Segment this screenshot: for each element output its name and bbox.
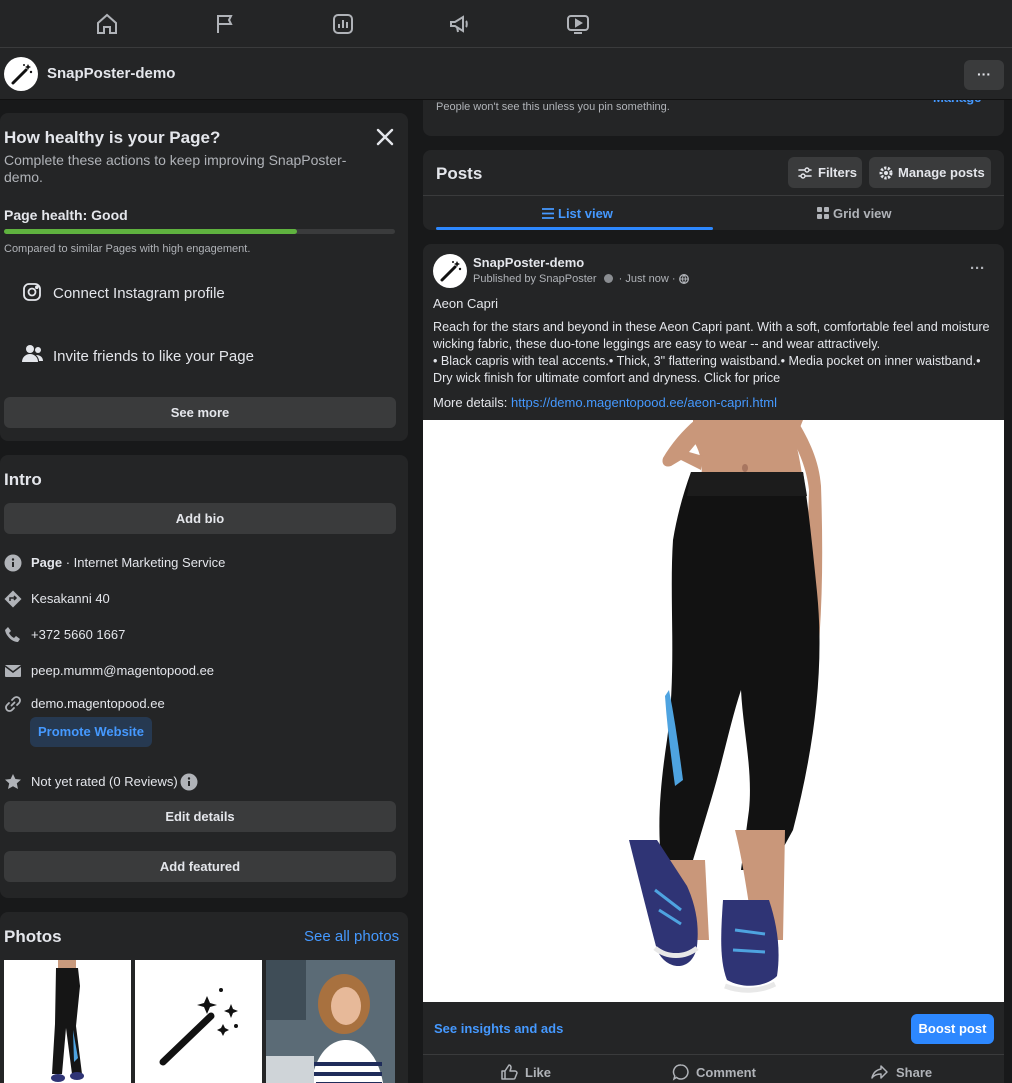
more-options-button[interactable]: ··· [964,60,1004,90]
gear-icon [879,166,893,180]
page-name[interactable]: SnapPoster-demo [47,65,175,82]
people-icon [22,344,44,364]
health-title: How healthy is your Page? [4,128,221,147]
add-featured-button[interactable]: Add featured [4,851,396,882]
photo-thumbnail[interactable] [135,960,262,1083]
comment-icon [672,1064,689,1081]
edit-details-button[interactable]: Edit details [4,801,396,832]
health-progress-fill [4,229,298,234]
flag-icon[interactable] [213,12,237,36]
phone-icon [5,627,20,642]
close-icon[interactable] [373,125,397,149]
tab-grid-view[interactable]: Grid view [713,196,991,230]
active-tab-indicator [436,227,713,230]
post-time[interactable]: Just now [625,273,668,285]
posts-header-card: Posts Filters Manage posts List view Gri… [423,150,1004,230]
posts-title: Posts [436,164,483,183]
post-meta: Published by SnapPoster · Just now · [473,273,689,285]
email-text: peep.mumm@magentopood.ee [31,663,215,678]
grid-view-label: Grid view [833,206,892,221]
health-subtitle: Complete these actions to keep improving… [4,152,347,185]
filters-icon [798,167,812,179]
connect-instagram-label: Connect Instagram profile [53,285,225,302]
rating-info-icon[interactable] [180,773,198,791]
connect-instagram-action[interactable]: Connect Instagram profile [4,263,395,319]
filters-label: Filters [818,165,858,180]
photo-thumbnail[interactable] [266,960,395,1083]
globe-icon [678,274,689,285]
post-author-name[interactable]: SnapPoster-demo [473,255,584,270]
post-more-details: More details: https://demo.magentopood.e… [433,395,777,410]
invite-friends-action[interactable]: Invite friends to like your Page [4,325,395,381]
category-text: · Internet Marketing Service [62,555,226,570]
manage-posts-label: Manage posts [898,165,985,180]
boost-post-button[interactable]: Boost post [911,1014,994,1044]
share-label: Share [896,1065,933,1080]
top-navigation [0,0,1012,48]
more-details-link[interactable]: https://demo.magentopood.ee/aeon-capri.h… [511,395,777,410]
post-image[interactable] [423,420,1004,1002]
photos-title: Photos [4,927,62,946]
home-icon[interactable] [95,12,119,36]
health-compare-text: Compared to similar Pages with high enga… [4,243,251,255]
like-label: Like [525,1065,552,1080]
star-icon [5,774,21,789]
like-button[interactable]: Like [423,1056,616,1083]
health-progress-bar [4,229,395,234]
see-insights-link[interactable]: See insights and ads [434,1021,563,1036]
link-icon [5,696,21,712]
comment-button[interactable]: Comment [616,1056,810,1083]
video-icon[interactable] [566,12,590,36]
post-title: Aeon Capri [433,296,499,311]
instagram-icon [22,282,42,302]
share-button[interactable]: Share [810,1056,1004,1083]
published-by-text: Published by SnapPoster [473,273,597,285]
post-author-avatar[interactable] [433,254,467,288]
health-status: Page health: Good [4,207,128,223]
category-bold: Page [31,555,63,570]
invite-friends-label: Invite friends to like your Page [53,348,254,365]
more-details-label: More details: [433,395,512,410]
insights-icon[interactable] [331,12,355,36]
grid-icon [817,207,829,219]
list-view-label: List view [558,206,613,221]
post-more-icon[interactable]: ··· [970,260,985,277]
photo-thumbnail[interactable] [4,960,131,1083]
share-icon [871,1065,888,1079]
page-avatar[interactable] [4,57,38,91]
rating-text: Not yet rated (0 Reviews) [31,774,178,789]
divider [423,1054,1004,1055]
add-bio-button[interactable]: Add bio [4,503,396,534]
filters-button[interactable]: Filters [788,157,862,188]
tab-list-view[interactable]: List view [436,196,713,230]
list-icon [542,208,554,219]
comment-label: Comment [696,1065,756,1080]
info-icon [4,554,22,572]
snapposter-app-icon [603,274,613,283]
page-header-bar-overlay: SnapPoster-demo ··· [0,48,1012,100]
directions-icon [4,590,22,608]
address-text: Kesakanni 40 [31,591,110,606]
manage-posts-button[interactable]: Manage posts [869,157,991,188]
promote-website-button[interactable]: Promote Website [30,717,152,747]
intro-card: Intro Add bio Page · Internet Marketing … [0,455,408,898]
page-health-card: How healthy is your Page? Complete these… [0,113,408,441]
post-body: Reach for the stars and beyond in these … [433,320,990,385]
see-all-photos-link[interactable]: See all photos [304,928,399,945]
megaphone-icon[interactable] [448,12,472,36]
intro-title: Intro [4,470,42,489]
post-card: SnapPoster-demo Published by SnapPoster … [423,244,1004,1083]
pin-note: People won't see this unless you pin som… [436,101,670,113]
photos-card: Photos See all photos [0,912,408,1083]
website-link[interactable]: demo.magentopood.ee [31,696,165,711]
phone-text: +372 5660 1667 [31,627,126,642]
like-icon [501,1064,518,1080]
email-icon [4,665,22,677]
see-more-button[interactable]: See more [4,397,396,428]
